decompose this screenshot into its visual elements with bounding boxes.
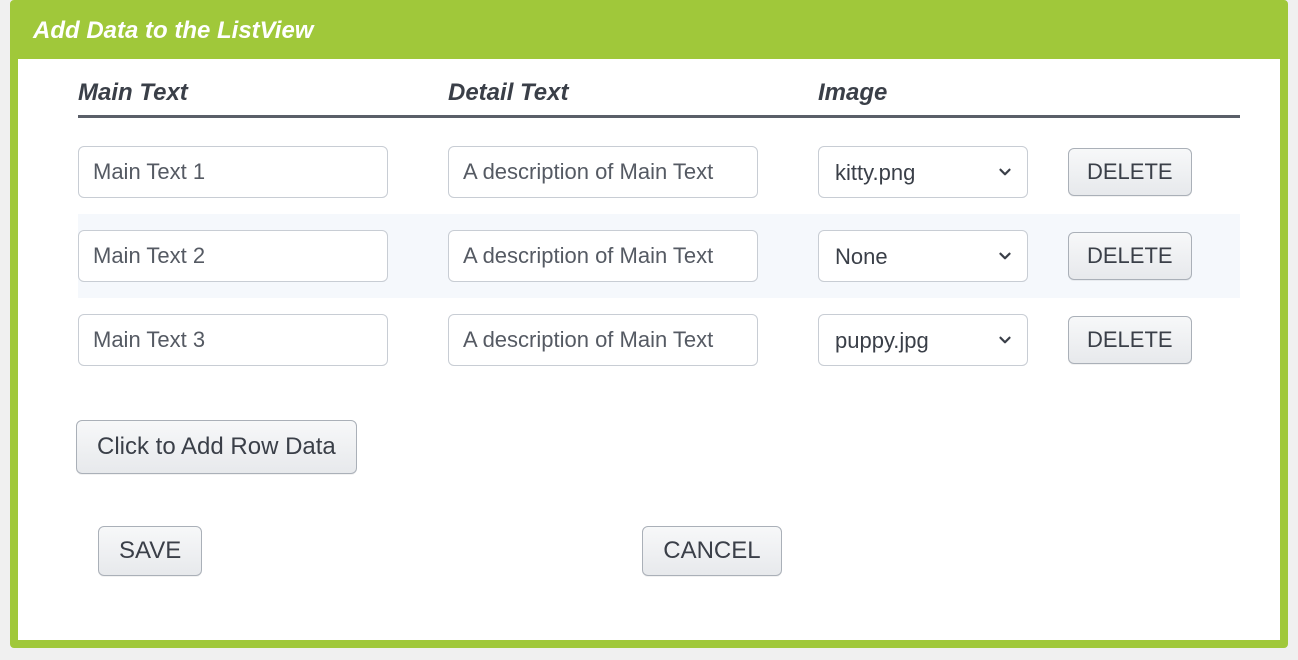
detail-text-input[interactable] bbox=[448, 230, 758, 282]
dialog-title: Add Data to the ListView bbox=[17, 7, 1281, 59]
add-row-button[interactable]: Click to Add Row Data bbox=[76, 420, 357, 474]
main-text-input[interactable] bbox=[78, 146, 388, 198]
table-row: puppy.jpg DELETE bbox=[78, 298, 1240, 382]
column-header-detail: Detail Text bbox=[448, 79, 818, 107]
delete-button[interactable]: DELETE bbox=[1068, 232, 1192, 280]
table-header: Main Text Detail Text Image bbox=[78, 79, 1240, 118]
delete-button[interactable]: DELETE bbox=[1068, 148, 1192, 196]
add-data-dialog: Add Data to the ListView Main Text Detai… bbox=[10, 0, 1288, 648]
image-select[interactable]: puppy.jpg bbox=[818, 314, 1028, 366]
table-row: kitty.png DELETE bbox=[78, 130, 1240, 214]
image-select[interactable]: kitty.png bbox=[818, 146, 1028, 198]
column-header-image: Image bbox=[818, 79, 1068, 107]
data-table: Main Text Detail Text Image kitty.png bbox=[78, 79, 1240, 382]
detail-text-input[interactable] bbox=[448, 314, 758, 366]
column-header-main: Main Text bbox=[78, 79, 448, 107]
detail-text-input[interactable] bbox=[448, 146, 758, 198]
table-row: None DELETE bbox=[78, 214, 1240, 298]
main-text-input[interactable] bbox=[78, 230, 388, 282]
column-header-delete bbox=[1068, 79, 1240, 107]
main-text-input[interactable] bbox=[78, 314, 388, 366]
save-button[interactable]: SAVE bbox=[98, 526, 202, 576]
dialog-body: Main Text Detail Text Image kitty.png bbox=[18, 59, 1280, 640]
cancel-button[interactable]: CANCEL bbox=[642, 526, 781, 576]
image-select[interactable]: None bbox=[818, 230, 1028, 282]
dialog-footer: SAVE CANCEL bbox=[78, 526, 1240, 576]
delete-button[interactable]: DELETE bbox=[1068, 316, 1192, 364]
